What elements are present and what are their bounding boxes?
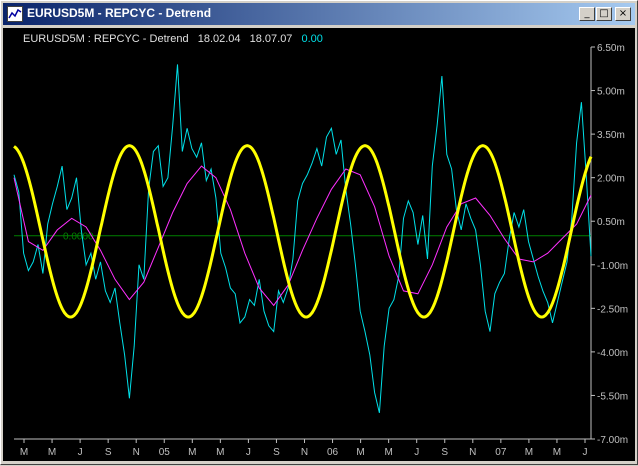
x-tick-label: J (246, 447, 251, 458)
y-tick-label: -1.00m (597, 261, 628, 272)
y-tick-label: -5.50m (597, 391, 628, 402)
x-tick-label: J (78, 447, 83, 458)
window-title: EURUSD5M - REPCYC - Detrend (27, 6, 212, 20)
svg-text:EURUSD5M : REPCYC - Detrend: EURUSD5M : REPCYC - Detrend 18.02.04 18.… (23, 33, 323, 45)
y-tick-label: 3.50m (597, 130, 625, 141)
x-tick-label: N (469, 447, 476, 458)
maximize-button[interactable]: □ (596, 7, 612, 21)
y-tick-label: 2.00m (597, 174, 625, 185)
x-tick-label: M (48, 447, 56, 458)
chart-header-symbol: EURUSD5M : REPCYC - Detrend (23, 33, 189, 45)
cycle-series-line (13, 144, 593, 319)
chart-window: EURUSD5M - REPCYC - Detrend _ □ × EURUSD… (0, 0, 638, 465)
x-tick-label: N (301, 447, 308, 458)
chart-header-start: 18.02.04 (198, 33, 241, 45)
y-tick-label: -2.50m (597, 304, 628, 315)
x-tick-label: M (525, 447, 533, 458)
chart-svg: EURUSD5M : REPCYC - Detrend 18.02.04 18.… (13, 33, 628, 458)
x-tick-label: M (216, 447, 224, 458)
chart-plot-area[interactable]: EURUSD5M : REPCYC - Detrend 18.02.04 18.… (3, 28, 635, 461)
x-tick-label: J (414, 447, 419, 458)
x-tick-label: 06 (327, 447, 339, 458)
chart-header-end: 18.07.07 (250, 33, 293, 45)
chart-app-icon (7, 6, 23, 22)
x-tick-label: M (356, 447, 364, 458)
x-tick-label: S (105, 447, 112, 458)
x-tick-label: M (384, 447, 392, 458)
chart-header-value: 0.00 (302, 33, 323, 45)
y-tick-label: -4.00m (597, 348, 628, 359)
y-tick-label: 5.00m (597, 87, 625, 98)
y-tick-label: 0.50m (597, 217, 625, 228)
x-tick-label: M (553, 447, 561, 458)
close-button[interactable]: × (615, 7, 631, 21)
zero-line-label: 0.0000 (63, 232, 94, 243)
x-tick-label: M (188, 447, 196, 458)
x-tick-label: 05 (159, 447, 171, 458)
x-tick-label: S (273, 447, 280, 458)
x-tick-label: M (20, 447, 28, 458)
y-tick-label: 6.50m (597, 43, 625, 54)
y-tick-label: -7.00m (597, 435, 628, 446)
x-tick-label: S (441, 447, 448, 458)
x-tick-label: N (133, 447, 140, 458)
minimize-button[interactable]: _ (579, 7, 595, 21)
x-tick-label: 07 (495, 447, 507, 458)
title-bar[interactable]: EURUSD5M - REPCYC - Detrend _ □ × (3, 3, 635, 25)
x-tick-label: J (583, 447, 588, 458)
